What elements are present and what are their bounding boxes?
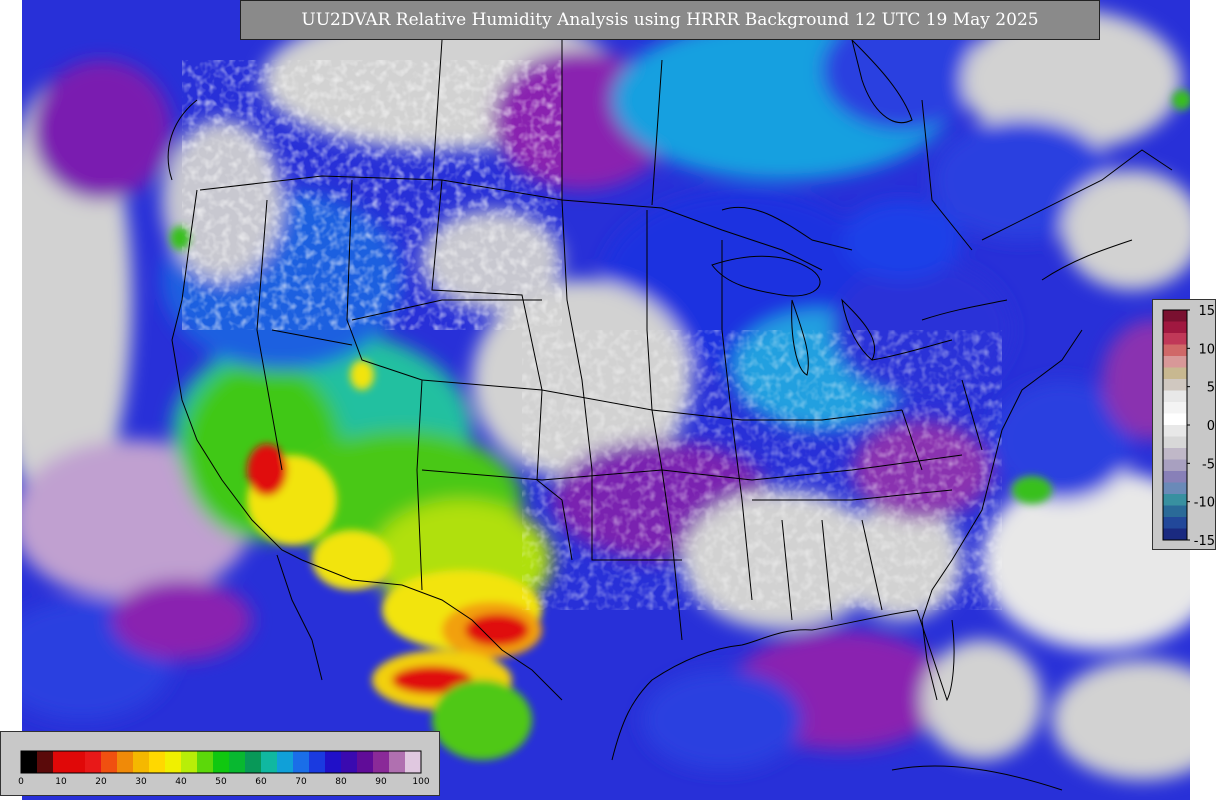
difference-colorbar-swatch: [1163, 356, 1187, 368]
difference-colorbar-tick-label: 15: [1198, 304, 1215, 319]
rh-colorbar-swatch: [197, 751, 214, 773]
rh-colorbar-tick-label: 20: [95, 777, 107, 787]
difference-colorbar-svg: 15 10 5 0 -5 -10 -15: [1162, 304, 1215, 549]
rh-colorbar-swatch: [165, 751, 182, 773]
rh-colorbar-swatches: [20, 750, 422, 774]
difference-colorbar-tick-label: 5: [1207, 381, 1215, 396]
difference-colorbar-swatch: [1163, 448, 1187, 460]
rh-colorbar-swatch: [101, 751, 118, 773]
rh-colorbar-tick-label: 40: [175, 777, 187, 787]
rh-colorbar-svg: 0 10 20 30 40 50 60 70 80 90 100: [18, 750, 430, 787]
rh-colorbar-swatch: [213, 751, 230, 773]
difference-colorbar-swatch: [1163, 390, 1187, 403]
difference-colorbar-swatch: [1163, 459, 1187, 472]
rh-colorbar-swatch: [389, 751, 406, 773]
rh-colorbar-swatch: [149, 751, 166, 773]
difference-colorbar-ticks: 15 10 5 0 -5 -10 -15: [1187, 304, 1215, 549]
difference-colorbar-swatch: [1163, 367, 1187, 380]
difference-colorbar-swatch: [1163, 379, 1187, 391]
rh-colorbar-tick-label: 30: [135, 777, 147, 787]
rh-colorbar-ticks: 0 10 20 30 40 50 60 70 80 90 100: [18, 777, 430, 787]
rh-colorbar-swatch: [341, 751, 358, 773]
difference-colorbar-swatch: [1163, 310, 1187, 322]
rh-colorbar-tick-label: 80: [335, 777, 347, 787]
difference-colorbar-swatch: [1163, 528, 1187, 541]
rh-colorbar-swatch: [229, 751, 246, 773]
map-title: UU2DVAR Relative Humidity Analysis using…: [240, 0, 1100, 40]
rh-colorbar-tick-label: 0: [18, 777, 24, 787]
rh-colorbar-swatch: [309, 751, 326, 773]
difference-colorbar-swatch: [1163, 436, 1187, 449]
rh-colorbar-swatch: [373, 751, 390, 773]
difference-colorbar-swatch: [1163, 517, 1187, 529]
rh-colorbar-swatch: [85, 751, 102, 773]
rh-analysis-map: [22, 0, 1190, 800]
difference-colorbar-tick-label: -5: [1202, 457, 1215, 472]
difference-colorbar-swatch: [1163, 321, 1187, 334]
rh-colorbar-tick-label: 10: [55, 777, 67, 787]
rh-colorbar-swatch: [181, 751, 198, 773]
difference-colorbar-swatch: [1163, 494, 1187, 506]
difference-colorbar-tick-label: 0: [1207, 419, 1215, 434]
rh-colorbar-tick-label: 70: [295, 777, 307, 787]
rh-colorbar-swatch: [357, 751, 374, 773]
rh-colorbar-tick-label: 50: [215, 777, 227, 787]
rh-colorbar-swatch: [293, 751, 310, 773]
rh-colorbar-swatch: [21, 751, 38, 773]
rh-colorbar-swatch: [277, 751, 294, 773]
difference-colorbar-swatch: [1163, 344, 1187, 357]
difference-colorbar-swatch: [1163, 425, 1187, 437]
rh-colorbar-swatch: [37, 751, 54, 773]
rh-colorbar-swatch: [133, 751, 150, 773]
rh-colorbar-swatch: [245, 751, 262, 773]
rh-colorbar-tick-label: 100: [412, 777, 429, 787]
difference-colorbar-swatch: [1163, 413, 1187, 426]
rh-colorbar-swatch: [117, 751, 134, 773]
difference-colorbar-tick-label: 10: [1198, 342, 1215, 357]
difference-colorbar-swatch: [1163, 402, 1187, 414]
rh-colorbar-tick-label: 60: [255, 777, 267, 787]
difference-colorbar-swatch: [1163, 333, 1187, 345]
difference-colorbar-swatches: [1162, 309, 1188, 541]
difference-colorbar-swatch: [1163, 471, 1187, 483]
difference-colorbar-swatch: [1163, 505, 1187, 518]
rh-colorbar-swatch: [405, 751, 422, 773]
rh-colorbar-swatch: [69, 751, 86, 773]
rh-colorbar-swatch: [325, 751, 342, 773]
difference-colorbar-swatch: [1163, 482, 1187, 495]
difference-colorbar-legend: 15 10 5 0 -5 -10 -15: [1152, 299, 1216, 550]
difference-colorbar-tick-label: -15: [1194, 534, 1215, 549]
map-canvas: [22, 0, 1190, 800]
rh-colorbar-tick-label: 90: [375, 777, 387, 787]
rh-colorbar-legend: 0 10 20 30 40 50 60 70 80 90 100: [0, 731, 440, 796]
rh-colorbar-swatch: [53, 751, 70, 773]
difference-colorbar-tick-label: -10: [1194, 496, 1215, 511]
rh-colorbar-swatch: [261, 751, 278, 773]
